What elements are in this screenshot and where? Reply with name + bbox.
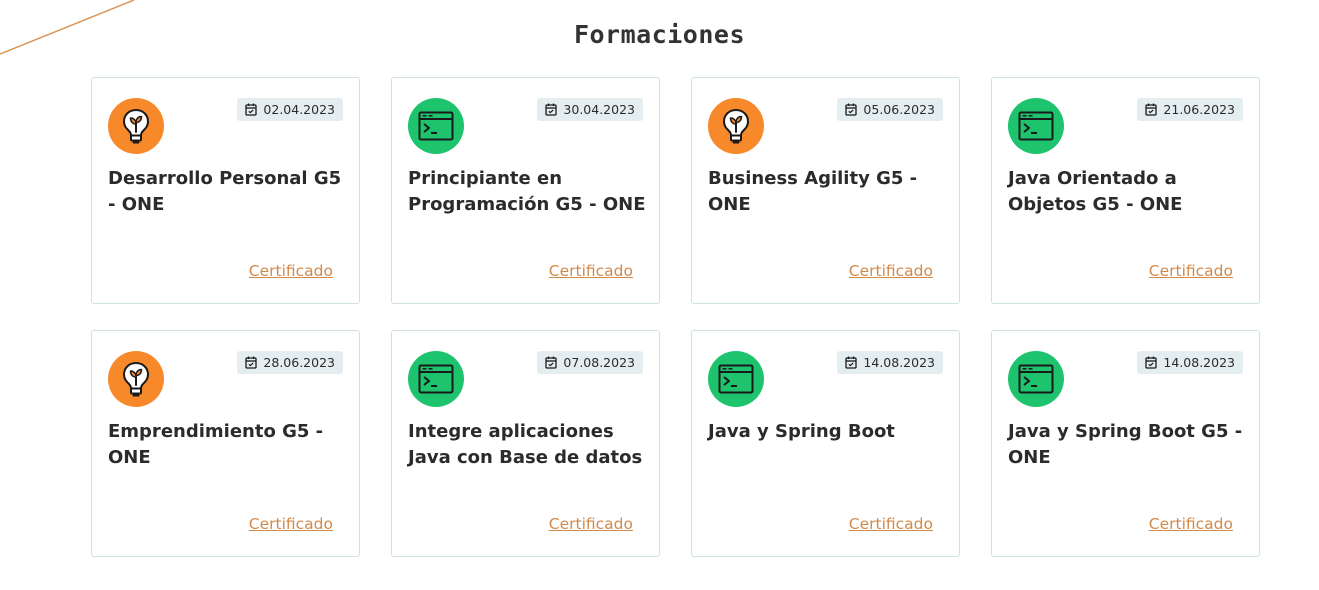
date-text: 14.08.2023 (863, 355, 935, 370)
date-text: 30.04.2023 (563, 102, 635, 117)
course-card: 28.06.2023 Emprendimiento G5 - ONE Certi… (91, 330, 360, 557)
date-badge: 28.06.2023 (237, 351, 343, 374)
calendar-icon (545, 356, 558, 369)
calendar-icon (545, 103, 558, 116)
course-title: Java y Spring Boot G5 - ONE (1008, 421, 1243, 468)
date-text: 28.06.2023 (263, 355, 335, 370)
terminal-window-icon (708, 351, 764, 407)
date-text: 02.04.2023 (263, 102, 335, 117)
date-badge: 05.06.2023 (837, 98, 943, 121)
calendar-icon (1145, 103, 1158, 116)
course-card: 05.06.2023 Business Agility G5 - ONE Cer… (691, 77, 960, 304)
lightbulb-plant-icon (108, 98, 164, 154)
date-text: 05.06.2023 (863, 102, 935, 117)
course-title: Principiante en Programación G5 - ONE (408, 168, 646, 215)
course-title: Integre aplicaciones Java con Base de da… (408, 421, 643, 468)
course-title: Emprendimiento G5 - ONE (108, 421, 324, 468)
certificate-link[interactable]: Certificado (549, 262, 633, 280)
calendar-icon (1145, 356, 1158, 369)
date-text: 07.08.2023 (563, 355, 635, 370)
date-badge: 02.04.2023 (237, 98, 343, 121)
course-title: Business Agility G5 - ONE (708, 168, 918, 215)
date-badge: 14.08.2023 (837, 351, 943, 374)
course-card: 02.04.2023 Desarrollo Personal G5 - ONE … (91, 77, 360, 304)
calendar-icon (245, 356, 258, 369)
certificate-link[interactable]: Certificado (1149, 515, 1233, 533)
course-card: 30.04.2023 Principiante en Programación … (391, 77, 660, 304)
terminal-window-icon (408, 98, 464, 154)
certificate-link[interactable]: Certificado (249, 515, 333, 533)
date-badge: 21.06.2023 (1137, 98, 1243, 121)
certificate-link[interactable]: Certificado (249, 262, 333, 280)
course-title: Java Orientado a Objetos G5 - ONE (1008, 168, 1183, 215)
terminal-window-icon (408, 351, 464, 407)
date-badge: 07.08.2023 (537, 351, 643, 374)
terminal-window-icon (1008, 351, 1064, 407)
certificate-link[interactable]: Certificado (849, 515, 933, 533)
course-card: 07.08.2023 Integre aplicaciones Java con… (391, 330, 660, 557)
terminal-window-icon (1008, 98, 1064, 154)
date-text: 21.06.2023 (1163, 102, 1235, 117)
course-title: Java y Spring Boot (708, 421, 895, 442)
date-text: 14.08.2023 (1163, 355, 1235, 370)
calendar-icon (845, 356, 858, 369)
courses-grid: 02.04.2023 Desarrollo Personal G5 - ONE … (91, 77, 1260, 557)
lightbulb-plant-icon (708, 98, 764, 154)
certificate-link[interactable]: Certificado (549, 515, 633, 533)
date-badge: 14.08.2023 (1137, 351, 1243, 374)
certificate-link[interactable]: Certificado (849, 262, 933, 280)
course-card: 14.08.2023 Java y Spring Boot G5 - ONE C… (991, 330, 1260, 557)
certificate-link[interactable]: Certificado (1149, 262, 1233, 280)
lightbulb-plant-icon (108, 351, 164, 407)
course-card: 14.08.2023 Java y Spring Boot Certificad… (691, 330, 960, 557)
section-title: Formaciones (573, 20, 746, 49)
calendar-icon (245, 103, 258, 116)
course-title: Desarrollo Personal G5 - ONE (108, 168, 342, 215)
calendar-icon (845, 103, 858, 116)
course-card: 21.06.2023 Java Orientado a Objetos G5 -… (991, 77, 1260, 304)
date-badge: 30.04.2023 (537, 98, 643, 121)
